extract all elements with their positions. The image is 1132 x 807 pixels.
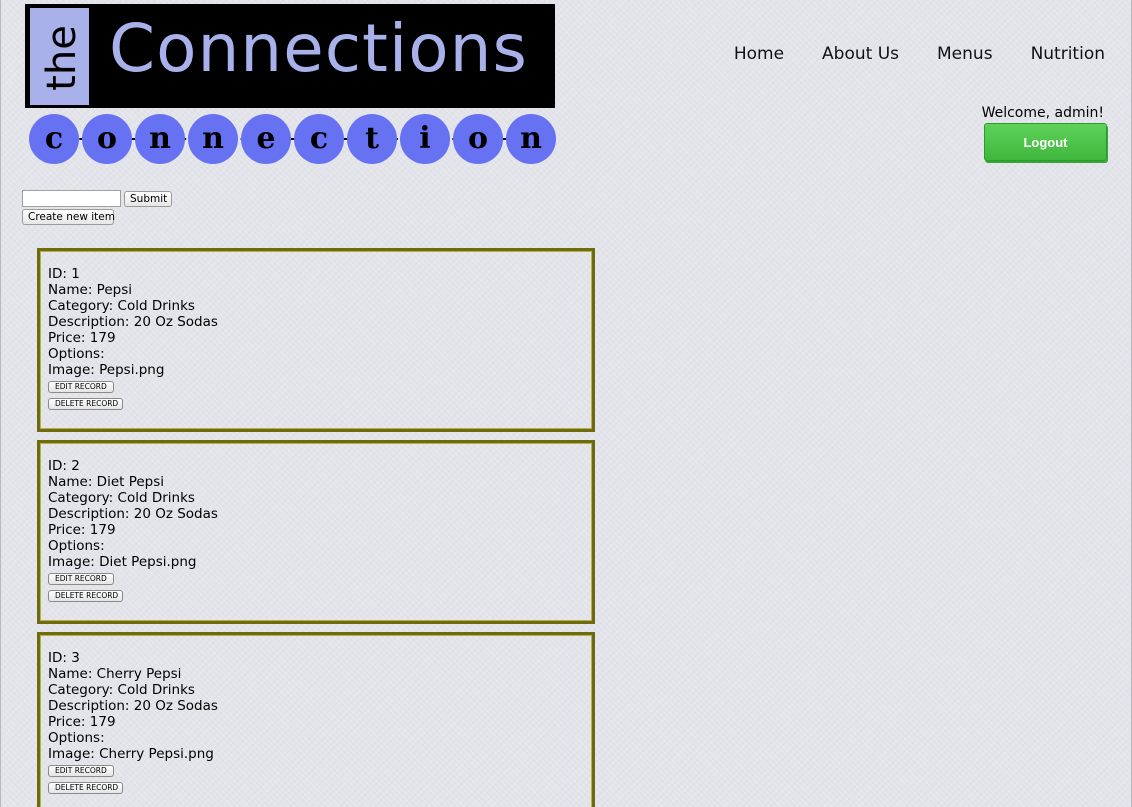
record-name-value: Cherry Pepsi [96,666,182,682]
record-image-label: Image: [48,554,100,570]
record-id-value: 3 [71,650,80,666]
record-id-label: ID: [48,266,72,282]
record-options-label: Options: [48,346,105,362]
record-category-label: Category: [48,298,118,314]
record-id: ID: 1 [48,266,592,282]
record-options-label: Options: [48,538,105,554]
record-name: Name: Pepsi [48,282,592,298]
record-options: Options: [48,346,592,362]
record-price-value: 179 [89,714,116,730]
record-options: Options: [48,538,592,554]
site-logo[interactable]: the Connections c o n n e c t i o n [25,4,556,164]
logo-letter-circle: n [506,114,556,164]
record-category: Category: Cold Drinks [48,490,592,506]
record-image-label: Image: [48,362,100,378]
record-category: Category: Cold Drinks [48,298,592,314]
record-price: Price: 179 [48,714,592,730]
record-description: Description: 20 Oz Sodas [48,698,592,714]
delete-record-button[interactable]: DELETE RECORD [48,782,123,794]
logo-circle-row: c o n n e c t i o n [25,112,556,164]
nav-menus[interactable]: Menus [937,44,993,64]
record-options: Options: [48,730,592,746]
logo-the-text: the [39,25,85,91]
record-price-value: 179 [89,522,116,538]
logo-letter-circle: c [29,114,79,164]
record-list: ID: 1 Name: Pepsi Category: Cold Drinks … [37,248,595,807]
record-image-value: Pepsi.png [99,362,165,378]
record-id-label: ID: [48,458,72,474]
record-description-label: Description: [48,698,134,714]
search-input[interactable] [22,190,121,207]
record-name-label: Name: [48,282,97,298]
record-category-value: Cold Drinks [117,682,195,698]
record-category-value: Cold Drinks [117,298,195,314]
record-id: ID: 2 [48,458,592,474]
record-card: ID: 3 Name: Cherry Pepsi Category: Cold … [37,632,595,807]
record-image: Image: Cherry Pepsi.png [48,746,592,762]
record-name-value: Pepsi [96,282,132,298]
logo-letter-circle: n [188,114,238,164]
record-description-label: Description: [48,506,134,522]
record-id-value: 1 [71,266,80,282]
record-description-label: Description: [48,314,134,330]
nav-about-us[interactable]: About Us [822,44,899,64]
record-description: Description: 20 Oz Sodas [48,314,592,330]
record-price-label: Price: [48,522,90,538]
record-name: Name: Cherry Pepsi [48,666,592,682]
logo-the-box: the [30,8,89,105]
logo-letter-circle: t [347,114,397,164]
record-price: Price: 179 [48,330,592,346]
logo-letter-circle: n [135,114,185,164]
logo-letter-circle: i [400,114,450,164]
record-image-value: Diet Pepsi.png [99,554,197,570]
create-new-item-button[interactable]: Create new item [22,209,115,225]
record-category-value: Cold Drinks [117,490,195,506]
record-image-value: Cherry Pepsi.png [99,746,214,762]
main-nav: Home About Us Menus Nutrition [696,44,1105,64]
record-name-label: Name: [48,666,97,682]
record-name-value: Diet Pepsi [96,474,165,490]
edit-record-button[interactable]: EDIT RECORD [48,573,114,585]
record-name-label: Name: [48,474,97,490]
record-id-label: ID: [48,650,72,666]
record-options-label: Options: [48,730,105,746]
record-description-value: 20 Oz Sodas [133,698,218,714]
nav-nutrition[interactable]: Nutrition [1031,44,1105,64]
logout-button[interactable]: Logout [984,123,1107,161]
record-category-label: Category: [48,490,118,506]
record-description-value: 20 Oz Sodas [133,314,218,330]
record-description-value: 20 Oz Sodas [133,506,218,522]
record-description: Description: 20 Oz Sodas [48,506,592,522]
record-card: ID: 2 Name: Diet Pepsi Category: Cold Dr… [37,440,595,624]
nav-home[interactable]: Home [734,44,784,64]
record-price: Price: 179 [48,522,592,538]
logo-banner: the Connections [25,4,555,108]
record-price-label: Price: [48,714,90,730]
logo-letter-circle: e [241,114,291,164]
record-image-label: Image: [48,746,100,762]
logo-letter-circle: o [82,114,132,164]
record-image: Image: Pepsi.png [48,362,592,378]
edit-record-button[interactable]: EDIT RECORD [48,765,114,777]
logo-letter-circle: o [453,114,503,164]
welcome-message: Welcome, admin! [981,105,1104,121]
record-price-label: Price: [48,330,90,346]
record-category-label: Category: [48,682,118,698]
record-price-value: 179 [89,330,116,346]
record-name: Name: Diet Pepsi [48,474,592,490]
record-id-value: 2 [71,458,80,474]
logo-letter-circle: c [294,114,344,164]
submit-button[interactable]: Submit [124,191,172,207]
record-image: Image: Diet Pepsi.png [48,554,592,570]
record-category: Category: Cold Drinks [48,682,592,698]
delete-record-button[interactable]: DELETE RECORD [48,590,123,602]
record-id: ID: 3 [48,650,592,666]
delete-record-button[interactable]: DELETE RECORD [48,398,123,410]
record-card: ID: 1 Name: Pepsi Category: Cold Drinks … [37,248,595,432]
edit-record-button[interactable]: EDIT RECORD [48,381,114,393]
logo-title: Connections [109,10,528,87]
